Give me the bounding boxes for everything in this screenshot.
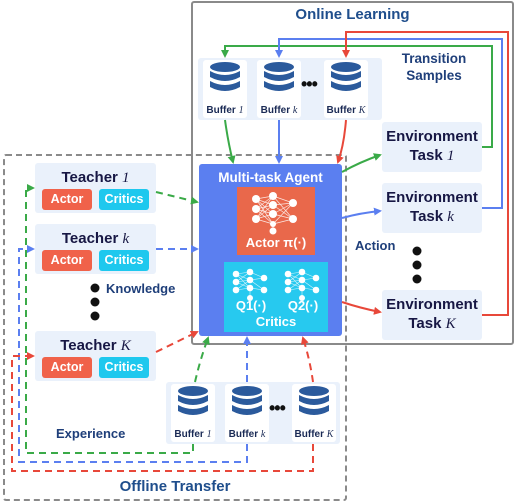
offline-transfer-title: Offline Transfer — [119, 478, 231, 495]
teacher-actor-chip: Actor — [42, 189, 92, 210]
database-icon — [178, 386, 208, 415]
environment-title: Environment — [386, 128, 478, 145]
environment-task-K: Environment Task K — [382, 290, 482, 340]
critics-label: Critics — [255, 314, 297, 329]
teacher-K: Teacher K Actor Critics — [35, 331, 156, 381]
database-icon — [331, 62, 361, 91]
offline-buffer-1: Buffer 1 — [171, 384, 215, 442]
online-buffer-k: Buffer k — [257, 60, 301, 118]
teacher-actor-chip: Actor — [42, 250, 92, 271]
buffer-index: K — [326, 429, 334, 440]
buffer-index: 1 — [206, 429, 212, 440]
environment-title: Environment — [386, 189, 478, 206]
transition-label-line1: Transition — [401, 51, 467, 66]
ellipsis-dots: ••• — [269, 398, 286, 418]
knowledge-label: Knowledge — [106, 281, 176, 296]
q1-network-icon — [232, 268, 268, 301]
teacher-index: K — [120, 338, 131, 354]
database-icon — [264, 62, 294, 91]
environment-title: Environment — [386, 296, 478, 313]
teacher-k: Teacher k Actor Critics — [35, 224, 156, 274]
agent-critics: Q1(·) Q2(·) Critics — [224, 262, 328, 332]
task-index: 1 — [446, 148, 455, 164]
buffer-label: Buffer — [260, 105, 293, 116]
task-index: K — [445, 316, 456, 332]
neural-network-icon — [252, 192, 297, 235]
buffer-label: Buffer — [174, 429, 207, 440]
teacher-index: k — [122, 231, 130, 247]
database-icon — [210, 62, 240, 91]
teacher-critics-chip: Critics — [99, 357, 149, 378]
task-label: Task — [408, 315, 446, 332]
agent-actor: Actor π(·) — [237, 187, 315, 255]
online-buffer-K: Buffer K — [324, 60, 368, 118]
transition-label-line2: Samples — [406, 68, 462, 83]
vertical-dots-icon — [412, 246, 422, 284]
teacher-actor-chip: Actor — [42, 357, 92, 378]
q2-network-icon — [284, 268, 320, 301]
buffer-label: Buffer — [206, 105, 239, 116]
experience-label: Experience — [56, 426, 126, 441]
environment-task-1: Environment Task 1 — [382, 122, 482, 172]
database-icon — [232, 386, 262, 415]
multi-task-agent: Multi-task Agent Actor π(·) Q1(·) Q2(·) … — [199, 164, 342, 336]
environment-task-k: Environment Task k — [382, 183, 482, 233]
buffer-index: k — [292, 105, 298, 116]
teacher-label: Teacher — [61, 169, 123, 186]
actor-pi-label: Actor π(·) — [245, 235, 307, 250]
buffer-index: 1 — [238, 105, 244, 116]
offline-buffer-K: Buffer K — [292, 384, 336, 442]
task-label: Task — [409, 147, 447, 164]
database-icon — [299, 386, 329, 415]
transition-samples-label: Transition Samples — [388, 50, 480, 84]
vertical-ellipsis-teachers — [88, 283, 102, 328]
buffer-label: Buffer — [326, 105, 359, 116]
buffer-label: Buffer — [294, 429, 327, 440]
ellipsis-dots: ••• — [301, 74, 318, 94]
buffer-index: K — [358, 105, 366, 116]
online-buffer-1: Buffer 1 — [203, 60, 247, 118]
teacher-1: Teacher 1 Actor Critics — [35, 163, 156, 213]
teacher-label: Teacher — [61, 230, 123, 247]
q2-label: Q2(·) — [287, 298, 319, 313]
vertical-ellipsis-env — [410, 246, 424, 291]
teacher-critics-chip: Critics — [99, 250, 149, 271]
online-learning-title: Online Learning — [295, 6, 410, 23]
action-label: Action — [355, 238, 396, 253]
vertical-dots-icon — [90, 283, 100, 321]
teacher-index: 1 — [122, 170, 130, 186]
agent-title: Multi-task Agent — [218, 170, 323, 185]
offline-buffer-k: Buffer k — [225, 384, 269, 442]
buffer-index: k — [260, 429, 266, 440]
task-label: Task — [410, 208, 448, 225]
teacher-critics-chip: Critics — [99, 189, 149, 210]
buffer-label: Buffer — [228, 429, 261, 440]
task-index: k — [447, 209, 454, 225]
q1-label: Q1(·) — [235, 298, 267, 313]
teacher-label: Teacher — [60, 337, 121, 354]
